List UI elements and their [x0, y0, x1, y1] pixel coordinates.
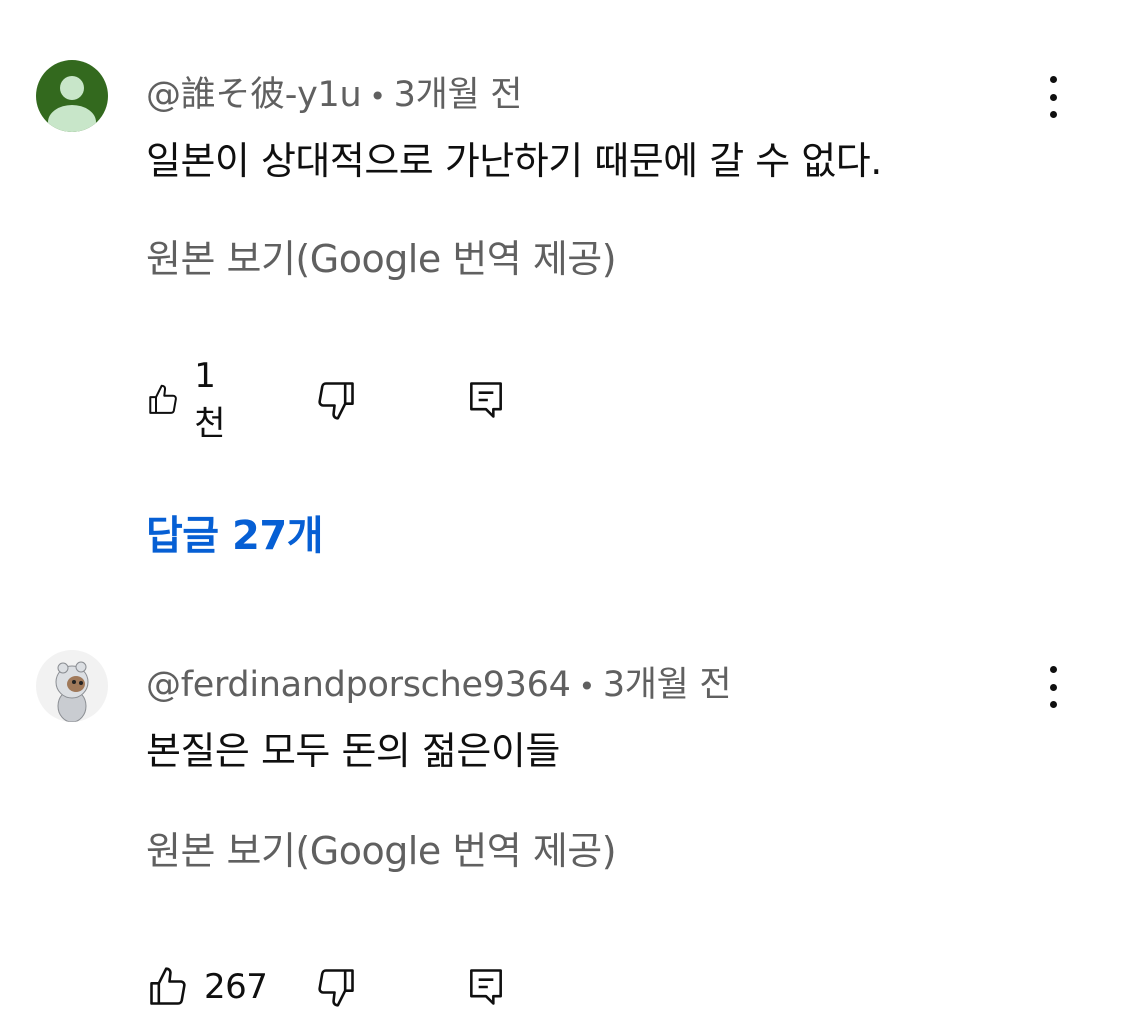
author-name[interactable]: @誰そ彼-y1u [146, 75, 362, 115]
see-original-link[interactable]: 원본 보기(Google 번역 제공) [146, 228, 617, 283]
more-vertical-icon [1049, 666, 1057, 673]
reply-icon [470, 969, 502, 1005]
like-count: 1천 [194, 355, 226, 444]
more-vertical-icon [1049, 76, 1057, 83]
like-button[interactable]: 267 [146, 962, 268, 1012]
thumbs-down-icon [318, 382, 354, 420]
default-avatar-icon [48, 76, 96, 132]
avatar[interactable] [36, 650, 108, 722]
like-count: 267 [204, 967, 268, 1007]
reply-icon [470, 382, 502, 418]
comment-timestamp[interactable]: 3개월 전 [394, 75, 523, 115]
comment-meta: @ferdinandporsche9364 • 3개월 전 [146, 656, 732, 707]
separator-dot: • [369, 80, 386, 113]
reply-button[interactable] [464, 962, 508, 1012]
separator-dot: • [578, 670, 596, 703]
comment-item: @ferdinandporsche9364 • 3개월 전 본질은 모두 돈의 젊은… [0, 600, 1125, 1007]
thumbs-up-icon [149, 384, 177, 414]
dislike-button[interactable] [314, 375, 358, 425]
reply-button[interactable] [464, 375, 508, 425]
comment-timestamp[interactable]: 3개월 전 [603, 665, 732, 705]
thumbs-up-icon [150, 967, 186, 1005]
avatar[interactable] [36, 60, 108, 132]
comment-text: 일본이 상대적으로 가난하기 때문에 갈 수 없다. [146, 139, 882, 183]
see-original-link[interactable]: 원본 보기(Google 번역 제공) [146, 820, 617, 875]
more-options-button[interactable] [1036, 662, 1070, 712]
thumbs-down-icon [318, 969, 354, 1007]
like-button[interactable]: 1천 [146, 356, 235, 444]
dislike-button[interactable] [314, 962, 358, 1012]
comment-text: 본질은 모두 돈의 젊은이들 [146, 729, 560, 773]
view-replies-button[interactable]: 답글 27개 [146, 503, 324, 561]
comment-meta: @誰そ彼-y1u • 3개월 전 [146, 66, 522, 117]
comment-item: @誰そ彼-y1u • 3개월 전 일본이 상대적으로 가난하기 때문에 갈 수 없다… [0, 0, 1125, 600]
more-options-button[interactable] [1036, 72, 1070, 122]
author-name[interactable]: @ferdinandporsche9364 [146, 665, 571, 705]
animal-avatar-icon [55, 661, 89, 722]
